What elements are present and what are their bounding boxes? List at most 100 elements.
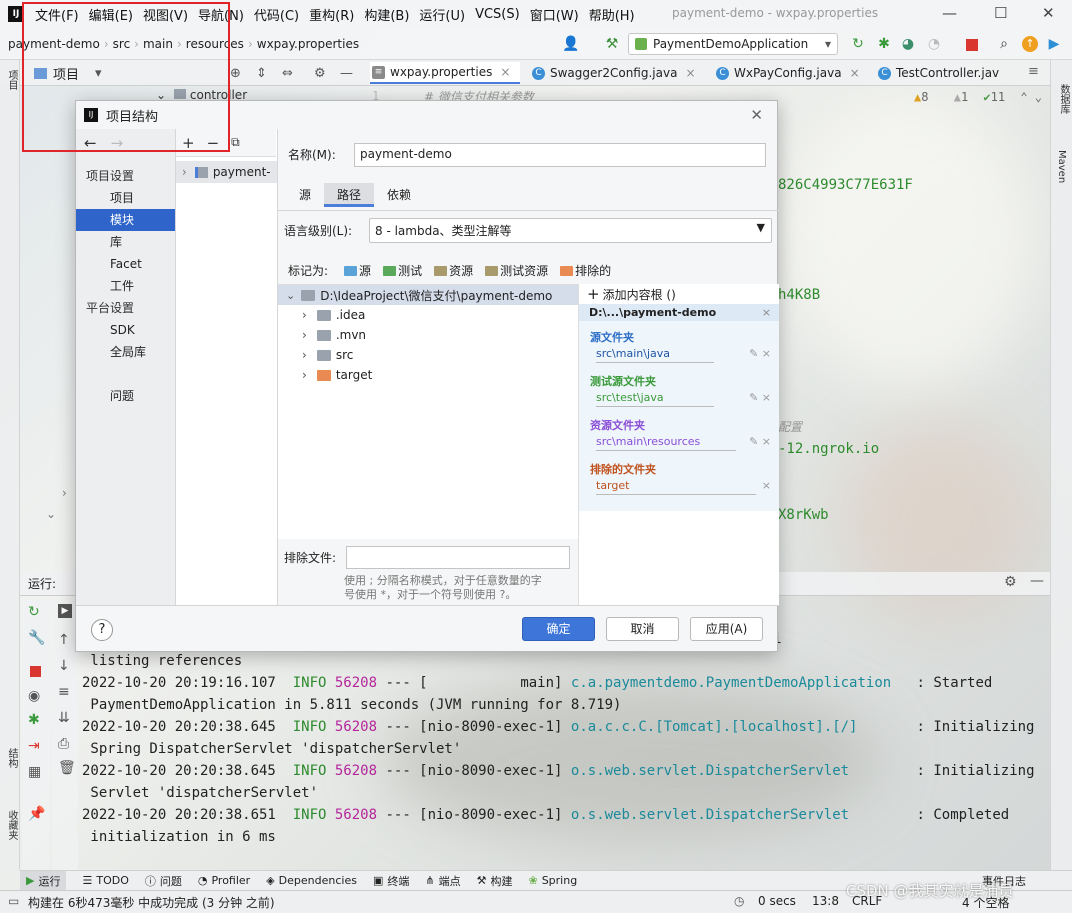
wrench-icon[interactable]: 🔧 bbox=[28, 630, 45, 646]
close-icon[interactable]: × bbox=[762, 391, 771, 404]
maximize-icon[interactable]: ☐ bbox=[994, 4, 1007, 22]
add-content-root[interactable]: + 添加内容根 () bbox=[579, 284, 779, 304]
tab-problems[interactable]: ⓘ 问题 bbox=[145, 873, 182, 889]
nav-item-facets[interactable]: Facet bbox=[76, 253, 175, 275]
nav-item-sdks[interactable]: SDK bbox=[76, 319, 175, 341]
source-folder-path[interactable]: src\main\java ✎ × bbox=[579, 347, 779, 363]
menu-vcs[interactable]: VCS(S) bbox=[470, 7, 525, 22]
tab-terminal[interactable]: ▣ 终端 bbox=[373, 873, 409, 889]
close-icon[interactable]: × bbox=[762, 479, 771, 492]
menu-build[interactable]: 构建(B) bbox=[359, 5, 414, 24]
coverage-icon[interactable]: ◕ bbox=[900, 36, 916, 52]
mark-as-sources[interactable]: 源 bbox=[336, 262, 371, 279]
tool-window-project[interactable]: 项目 bbox=[4, 70, 19, 90]
menu-window[interactable]: 窗口(W) bbox=[525, 5, 584, 24]
expand-all-icon[interactable]: ⇕ bbox=[256, 66, 267, 81]
menu-refactor[interactable]: 重构(R) bbox=[304, 5, 359, 24]
tab-dependencies[interactable]: 依赖 bbox=[374, 183, 424, 207]
soft-wrap-icon[interactable]: ≡ bbox=[58, 684, 70, 700]
apply-button[interactable]: 应用(A) bbox=[690, 617, 763, 641]
chevron-right-icon[interactable]: › bbox=[302, 328, 307, 342]
print-icon[interactable]: ⎙ bbox=[58, 736, 69, 752]
tab-wxpayconfig[interactable]: C WxPayConfig.java × bbox=[716, 62, 860, 84]
search-icon[interactable]: ⌕ bbox=[996, 36, 1012, 52]
tab-testcontroller[interactable]: C TestController.jav bbox=[878, 62, 999, 84]
tool-window-maven[interactable]: Maven bbox=[1056, 150, 1067, 183]
stop-icon[interactable] bbox=[30, 666, 41, 677]
tool-window-database[interactable]: 数据库 bbox=[1056, 84, 1071, 114]
tab-spring[interactable]: ❀ Spring bbox=[528, 874, 577, 887]
close-icon[interactable]: × bbox=[850, 66, 860, 80]
ok-button[interactable]: 确定 bbox=[522, 617, 595, 641]
hide-icon[interactable]: — bbox=[1030, 573, 1044, 589]
rerun-icon[interactable]: ↻ bbox=[850, 36, 866, 52]
close-icon[interactable]: × bbox=[762, 347, 771, 360]
chevron-right-icon[interactable]: › bbox=[302, 368, 307, 382]
chevron-right-icon[interactable]: › bbox=[182, 165, 187, 179]
nav-item-artifacts[interactable]: 工件 bbox=[76, 275, 175, 297]
module-name-input[interactable]: payment-demo bbox=[354, 143, 766, 167]
tree-node-target[interactable]: › target bbox=[278, 365, 578, 385]
chevron-right-icon[interactable]: › bbox=[302, 308, 307, 322]
tool-window-structure[interactable]: 结构 bbox=[4, 748, 19, 768]
minimize-icon[interactable]: — bbox=[942, 4, 957, 22]
tree-node-mvn[interactable]: › .mvn bbox=[278, 325, 578, 345]
mark-as-tests[interactable]: 测试 bbox=[375, 262, 422, 279]
close-icon[interactable]: × bbox=[500, 65, 510, 79]
cancel-button[interactable]: 取消 bbox=[606, 617, 679, 641]
tab-endpoints[interactable]: ⋔ 端点 bbox=[425, 873, 460, 889]
content-root-tree[interactable]: ⌄ D:\IdeaProject\微信支付\payment-demo › .id… bbox=[278, 284, 578, 539]
tree-chevron-icon[interactable]: › bbox=[62, 486, 67, 500]
caret-position[interactable]: 13:8 bbox=[812, 894, 839, 908]
module-list-item[interactable]: › payment- bbox=[176, 161, 277, 183]
content-root-path[interactable]: D:\...\payment-demo × bbox=[579, 304, 779, 321]
close-icon[interactable]: × bbox=[762, 306, 771, 319]
tab-run[interactable]: ▶ 运行 bbox=[20, 871, 67, 890]
gear-icon[interactable]: ⚙ bbox=[1004, 574, 1017, 590]
tree-chevron-icon[interactable]: ⌄ bbox=[46, 507, 56, 521]
camera-icon[interactable]: ◉ bbox=[28, 688, 40, 704]
tab-list-icon[interactable]: ≡ bbox=[1028, 64, 1039, 79]
down-arrow-icon[interactable]: ↓ bbox=[58, 658, 70, 674]
rerun-icon[interactable]: ↻ bbox=[28, 604, 40, 620]
tab-profiler[interactable]: ◔ Profiler bbox=[198, 874, 250, 887]
resource-folder-path[interactable]: src\main\resources ✎ × bbox=[579, 435, 779, 451]
nav-item-problems[interactable]: 问题 bbox=[76, 385, 175, 407]
tab-wxpay-properties[interactable]: ≡ wxpay.properties × bbox=[370, 62, 521, 84]
update-icon[interactable]: ↑ bbox=[1022, 36, 1038, 52]
mark-as-excluded[interactable]: 排除的 bbox=[552, 262, 611, 279]
tab-swagger2config[interactable]: C Swagger2Config.java × bbox=[532, 62, 696, 84]
copy-icon[interactable]: ⧉ bbox=[231, 135, 240, 150]
trash-icon[interactable]: 🗑 bbox=[58, 760, 76, 776]
mark-as-test-resources[interactable]: 测试资源 bbox=[477, 262, 548, 279]
excluded-folder-path[interactable]: target × bbox=[579, 479, 779, 495]
debug-icon[interactable]: ✱ bbox=[28, 712, 40, 728]
menu-help[interactable]: 帮助(H) bbox=[584, 5, 640, 24]
nav-item-libraries[interactable]: 库 bbox=[76, 231, 175, 253]
close-icon[interactable]: × bbox=[685, 66, 695, 80]
inspection-widget[interactable]: ▲8 ▲1 ✔11 ⌃ ⌄ bbox=[914, 90, 1042, 104]
tree-node-src[interactable]: › src bbox=[278, 345, 578, 365]
nav-item-project[interactable]: 项目 bbox=[76, 187, 175, 209]
console-tab-icon[interactable]: ▶ bbox=[58, 604, 72, 618]
mark-as-resources[interactable]: 资源 bbox=[426, 262, 473, 279]
chevron-down-icon[interactable]: ⌄ bbox=[286, 289, 295, 302]
profile-icon[interactable]: ◔ bbox=[926, 36, 942, 52]
menu-run[interactable]: 运行(U) bbox=[414, 5, 470, 24]
breadcrumb-file[interactable]: wxpay.properties bbox=[257, 37, 359, 51]
tab-sources[interactable]: 源 bbox=[286, 183, 324, 207]
exit-icon[interactable]: ⇥ bbox=[28, 738, 40, 754]
exclude-files-input[interactable] bbox=[346, 546, 570, 569]
locate-icon[interactable]: ⊕ bbox=[230, 66, 241, 81]
tool-window-favorites[interactable]: 收藏夹 bbox=[4, 810, 19, 840]
edit-icon[interactable]: ✎ bbox=[749, 435, 758, 448]
close-window-icon[interactable]: ✕ bbox=[1042, 4, 1055, 22]
edit-icon[interactable]: ✎ bbox=[749, 347, 758, 360]
build-status[interactable]: 构建在 6秒473毫秒 中成功完成 (3 分钟 之前) bbox=[28, 894, 275, 911]
tab-todo[interactable]: ☰ TODO bbox=[82, 874, 128, 887]
user-icon[interactable]: 👤 bbox=[562, 36, 579, 52]
tree-root[interactable]: ⌄ D:\IdeaProject\微信支付\payment-demo bbox=[278, 285, 578, 305]
jetbrains-icon[interactable]: ▶ bbox=[1046, 36, 1062, 52]
menu-code[interactable]: 代码(C) bbox=[249, 5, 304, 24]
run-config-select[interactable]: PaymentDemoApplication ▾ bbox=[628, 33, 838, 55]
